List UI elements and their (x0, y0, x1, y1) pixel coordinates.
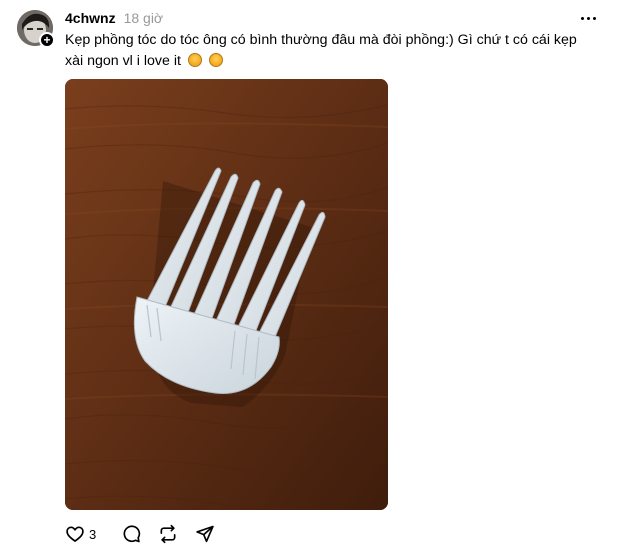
face-with-hearts-emoji (187, 53, 202, 67)
username[interactable]: 4chwnz (65, 10, 116, 26)
thread-post: + 4chwnz 18 giờ Kẹp phồng tóc do tóc ông… (0, 0, 617, 549)
send-icon (196, 525, 214, 543)
more-options-button[interactable] (577, 9, 599, 27)
post-actions: 3 (65, 524, 232, 544)
follow-plus-badge[interactable]: + (39, 32, 55, 48)
post-timestamp[interactable]: 18 giờ (124, 10, 164, 26)
like-count: 3 (89, 526, 97, 542)
more-dot (592, 16, 596, 20)
post-caption: Kẹp phồng tóc do tóc ông có bình thường … (65, 30, 595, 72)
caption-text: Kẹp phồng tóc do tóc ông có bình thường … (65, 32, 577, 69)
more-horizontal-icon (580, 16, 584, 20)
share-button[interactable] (195, 524, 215, 544)
heart-icon (66, 526, 84, 542)
more-dot (586, 16, 590, 20)
post-image[interactable] (65, 79, 388, 510)
reply-button[interactable] (121, 524, 141, 544)
like-button[interactable]: 3 (65, 524, 96, 544)
repost-button[interactable] (158, 524, 178, 544)
avatar-container[interactable]: + (17, 10, 55, 48)
comment-bubble-icon (123, 525, 141, 543)
smiling-face-with-hearts-emoji (208, 53, 223, 67)
post-header: 4chwnz 18 giờ (65, 9, 163, 27)
repost-arrows-icon (160, 524, 176, 544)
